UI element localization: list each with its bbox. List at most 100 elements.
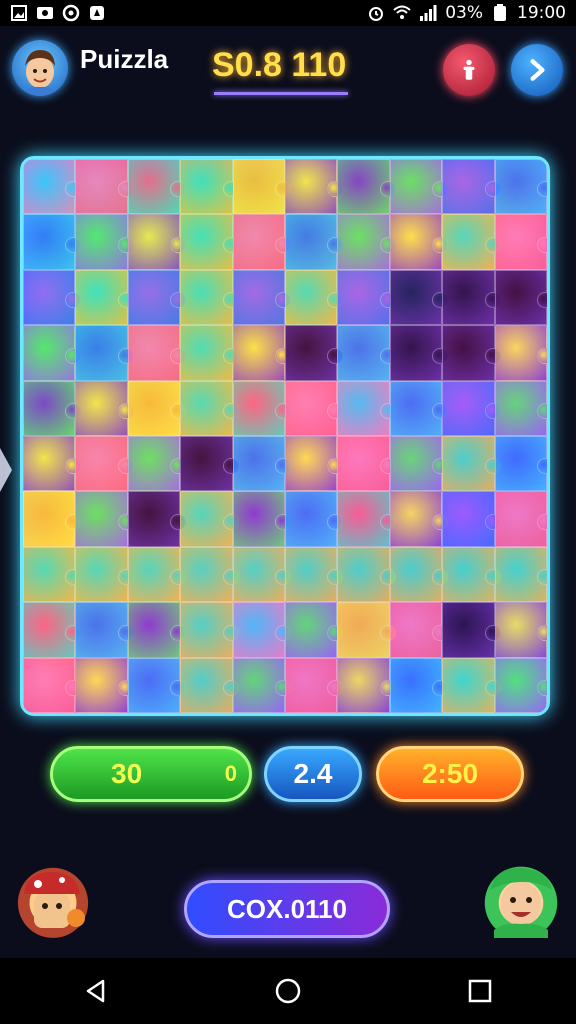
puzzle-piece[interactable]: [494, 325, 547, 381]
puzzle-piece[interactable]: [337, 602, 397, 658]
puzzle-piece[interactable]: [337, 325, 397, 381]
puzzle-piece[interactable]: [23, 491, 82, 547]
puzzle-piece[interactable]: [389, 491, 449, 547]
puzzle-piece[interactable]: [232, 159, 292, 215]
puzzle-piece[interactable]: [442, 269, 502, 326]
puzzle-piece[interactable]: [337, 269, 397, 326]
puzzle-piece[interactable]: [232, 269, 292, 326]
puzzle-piece[interactable]: [494, 657, 547, 713]
puzzle-piece[interactable]: [127, 159, 187, 215]
puzzle-piece[interactable]: [285, 380, 344, 436]
puzzle-piece[interactable]: [75, 325, 135, 381]
puzzle-piece[interactable]: [75, 546, 135, 603]
puzzle-piece[interactable]: [494, 491, 547, 547]
side-drawer-arrow-icon[interactable]: [0, 448, 12, 492]
puzzle-piece[interactable]: [337, 436, 397, 492]
puzzle-piece[interactable]: [75, 491, 135, 547]
puzzle-piece[interactable]: [232, 602, 292, 658]
puzzle-piece[interactable]: [389, 657, 449, 713]
puzzle-piece[interactable]: [389, 546, 449, 603]
puzzle-piece[interactable]: [389, 380, 449, 436]
avatar[interactable]: [12, 40, 68, 96]
puzzle-piece[interactable]: [442, 491, 502, 547]
back-button[interactable]: [76, 971, 116, 1011]
puzzle-piece[interactable]: [232, 491, 292, 547]
puzzle-piece[interactable]: [75, 657, 135, 713]
puzzle-piece[interactable]: [23, 269, 82, 326]
hint-button[interactable]: [443, 44, 495, 96]
puzzle-piece[interactable]: [127, 380, 187, 436]
puzzle-piece[interactable]: [75, 602, 135, 658]
puzzle-piece[interactable]: [180, 546, 240, 603]
puzzle-piece[interactable]: [180, 214, 240, 270]
home-button[interactable]: [268, 971, 308, 1011]
puzzle-piece[interactable]: [442, 436, 502, 492]
recents-button[interactable]: [460, 971, 500, 1011]
puzzle-piece[interactable]: [23, 325, 82, 381]
puzzle-piece[interactable]: [23, 436, 82, 492]
puzzle-piece[interactable]: [442, 602, 502, 658]
puzzle-piece[interactable]: [337, 546, 397, 603]
puzzle-piece[interactable]: [494, 380, 547, 436]
puzzle-piece[interactable]: [180, 325, 240, 381]
puzzle-piece[interactable]: [232, 214, 292, 270]
puzzle-piece[interactable]: [127, 546, 187, 603]
elf-character-icon[interactable]: [482, 860, 560, 938]
puzzle-piece[interactable]: [180, 491, 240, 547]
mushroom-character-icon[interactable]: [14, 860, 92, 938]
puzzle-piece[interactable]: [494, 546, 547, 603]
puzzle-piece[interactable]: [442, 325, 502, 381]
puzzle-piece[interactable]: [23, 546, 82, 603]
puzzle-piece[interactable]: [494, 602, 547, 658]
puzzle-piece[interactable]: [127, 214, 187, 270]
puzzle-piece[interactable]: [389, 436, 449, 492]
puzzle-piece[interactable]: [232, 436, 292, 492]
puzzle-piece[interactable]: [127, 436, 187, 492]
puzzle-piece[interactable]: [75, 436, 135, 492]
puzzle-piece[interactable]: [232, 325, 292, 381]
puzzle-piece[interactable]: [180, 436, 240, 492]
puzzle-piece[interactable]: [127, 491, 187, 547]
puzzle-piece[interactable]: [23, 657, 82, 713]
puzzle-piece[interactable]: [494, 214, 547, 270]
puzzle-piece[interactable]: [127, 602, 187, 658]
puzzle-piece[interactable]: [389, 325, 449, 381]
puzzle-piece[interactable]: [23, 602, 82, 658]
puzzle-piece[interactable]: [494, 436, 547, 492]
puzzle-piece[interactable]: [337, 491, 397, 547]
puzzle-piece[interactable]: [337, 657, 397, 713]
puzzle-piece[interactable]: [285, 657, 344, 713]
puzzle-piece[interactable]: [285, 546, 344, 603]
puzzle-piece[interactable]: [442, 657, 502, 713]
puzzle-piece[interactable]: [23, 159, 82, 215]
puzzle-piece[interactable]: [442, 159, 502, 215]
puzzle-piece[interactable]: [285, 491, 344, 547]
puzzle-piece[interactable]: [389, 602, 449, 658]
puzzle-piece[interactable]: [389, 269, 449, 326]
puzzle-board[interactable]: [20, 156, 550, 716]
puzzle-piece[interactable]: [285, 325, 344, 381]
puzzle-piece[interactable]: [389, 214, 449, 270]
puzzle-piece[interactable]: [337, 159, 397, 215]
puzzle-piece[interactable]: [285, 214, 344, 270]
puzzle-piece[interactable]: [442, 380, 502, 436]
puzzle-piece[interactable]: [75, 269, 135, 326]
puzzle-piece[interactable]: [180, 602, 240, 658]
puzzle-piece[interactable]: [127, 657, 187, 713]
puzzle-piece[interactable]: [180, 269, 240, 326]
puzzle-piece[interactable]: [285, 269, 344, 326]
puzzle-piece[interactable]: [23, 380, 82, 436]
puzzle-piece[interactable]: [442, 546, 502, 603]
puzzle-piece[interactable]: [180, 380, 240, 436]
puzzle-piece[interactable]: [232, 380, 292, 436]
puzzle-piece[interactable]: [127, 269, 187, 326]
next-button[interactable]: [511, 44, 563, 96]
puzzle-piece[interactable]: [285, 159, 344, 215]
puzzle-piece[interactable]: [442, 214, 502, 270]
puzzle-piece[interactable]: [180, 159, 240, 215]
action-button[interactable]: COX.0110: [184, 880, 390, 938]
puzzle-piece[interactable]: [494, 159, 547, 215]
puzzle-piece[interactable]: [494, 269, 547, 326]
puzzle-piece[interactable]: [75, 159, 135, 215]
puzzle-piece[interactable]: [127, 325, 187, 381]
